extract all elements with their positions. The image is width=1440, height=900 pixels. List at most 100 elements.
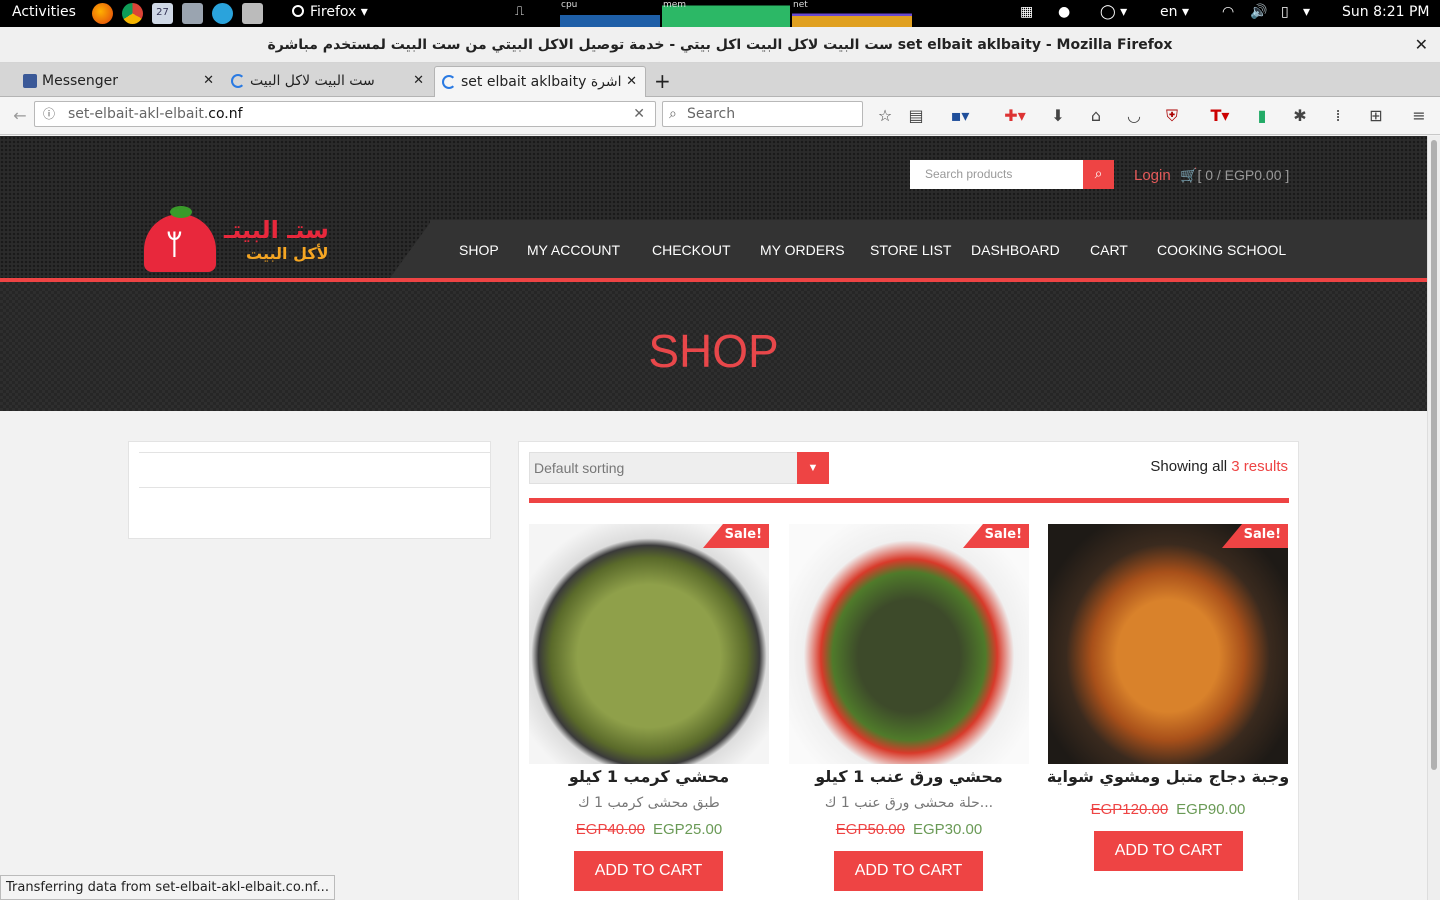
url-bar[interactable]: ⓘ set-elbait-akl-elbait.co.nf ✕ xyxy=(34,101,656,127)
product-image[interactable] xyxy=(789,524,1029,764)
product-search-button[interactable]: ⌕ xyxy=(1083,160,1114,189)
result-count-prefix: Showing all xyxy=(1150,458,1232,475)
sorting-select[interactable]: Default sorting ▼ xyxy=(529,452,829,484)
cart-summary-link[interactable]: 🛒[ 0 / EGP0.00 ] xyxy=(1180,167,1289,184)
new-tab-button[interactable]: + xyxy=(650,66,676,97)
net-label: net xyxy=(793,0,808,10)
product-search-input[interactable]: Search products xyxy=(910,160,1083,189)
product-image[interactable] xyxy=(529,524,769,764)
save-icon[interactable]: ▪▾ xyxy=(944,106,976,125)
menu-my-account[interactable]: MY ACCOUNT xyxy=(527,242,620,258)
back-icon[interactable]: ← xyxy=(10,106,30,125)
footprints-icon[interactable]: ⁞ xyxy=(1328,106,1348,125)
result-count: Showing all 3 results xyxy=(1150,458,1288,475)
product-price: EGP40.00 EGP25.00 xyxy=(529,821,769,838)
page-hero: SHOP xyxy=(0,282,1427,411)
result-count-number: 3 results xyxy=(1231,458,1288,475)
wifi-icon[interactable]: ◠ xyxy=(1222,4,1234,20)
info-icon[interactable]: ⓘ xyxy=(43,102,55,126)
page-scrollbar[interactable] xyxy=(1427,136,1440,900)
language-selector[interactable]: en ▾ xyxy=(1160,4,1189,20)
sale-price: EGP90.00 xyxy=(1176,801,1246,818)
text-tool-icon[interactable]: T▾ xyxy=(1200,106,1240,125)
extension-icon[interactable]: ▮ xyxy=(1252,106,1272,125)
home-icon[interactable]: ⌂ xyxy=(1086,106,1106,125)
clock[interactable]: Sun 8:21 PM xyxy=(1342,4,1430,20)
logo-text-line1: ستـ البيتـ xyxy=(224,216,329,244)
menu-cart[interactable]: CART xyxy=(1090,242,1128,258)
pocket-icon[interactable]: ◡ xyxy=(1124,106,1144,125)
tab-label: set elbait aklbaity اشرة xyxy=(461,74,622,90)
tab-set-elbait[interactable]: ست البيت لاكل البيت ✕ xyxy=(224,66,432,97)
cpu-meter: cpu xyxy=(560,0,660,27)
old-price: EGP50.00 xyxy=(835,821,905,838)
close-tab-icon[interactable]: ✕ xyxy=(626,67,637,97)
sitemap-icon[interactable]: ⊞ xyxy=(1366,106,1386,125)
stop-loading-icon[interactable]: ✕ xyxy=(633,102,645,126)
login-link[interactable]: Login xyxy=(1134,167,1171,184)
loading-icon xyxy=(231,74,245,88)
menu-my-orders[interactable]: MY ORDERS xyxy=(760,242,845,258)
hamburger-menu-icon[interactable]: ≡ xyxy=(1408,106,1430,125)
add-to-cart-button[interactable]: ADD TO CART xyxy=(1094,831,1243,871)
tab-active[interactable]: set elbait aklbaity اشرة ✕ xyxy=(434,66,646,97)
menu-store-list[interactable]: STORE LIST xyxy=(870,242,951,258)
product-description: طبق محشى كرمب 1 ك xyxy=(578,795,720,811)
product-name[interactable]: محشي كرمب 1 كيلو xyxy=(519,767,779,786)
activities-button[interactable]: Activities xyxy=(12,4,76,20)
download-icon[interactable]: ⬇ xyxy=(1048,106,1068,125)
menu-wedge xyxy=(390,220,432,278)
search-icon: ⌕ xyxy=(1094,166,1103,182)
addon-icon[interactable]: ✚▾ xyxy=(996,106,1034,125)
browser-search-box[interactable]: ⌕ Search xyxy=(662,101,863,127)
add-to-cart-button[interactable]: ADD TO CART xyxy=(574,851,723,891)
site-logo[interactable]: ᛘ ستـ البيتـ لأكل البيت xyxy=(144,206,344,276)
loading-icon xyxy=(442,75,456,89)
menu-dashboard[interactable]: DASHBOARD xyxy=(971,242,1060,258)
chrome-launcher-icon[interactable] xyxy=(122,3,143,24)
product-name[interactable]: محشي ورق عنب 1 كيلو xyxy=(779,767,1039,786)
bookmark-star-icon[interactable]: ☆ xyxy=(875,106,895,125)
power-menu-icon[interactable]: ▾ xyxy=(1303,4,1310,20)
firefox-small-icon xyxy=(292,5,304,17)
ublock-icon[interactable]: ⛨ xyxy=(1162,106,1182,126)
reading-list-icon[interactable]: ▤ xyxy=(906,106,926,125)
product-name[interactable]: وجبة دجاج متبل ومشوي شواية xyxy=(1038,767,1298,786)
chef-hat-logo-icon: ᛘ xyxy=(144,214,216,272)
indicator-icon[interactable]: ● xyxy=(1058,4,1070,20)
chevron-down-icon[interactable]: ▼ xyxy=(797,452,829,484)
bug-icon[interactable]: ✱ xyxy=(1290,106,1310,125)
fork-spoon-icon: ᛘ xyxy=(166,228,183,261)
tab-messenger[interactable]: Messenger ✕ xyxy=(16,66,222,97)
app-menu[interactable]: Firefox ▾ xyxy=(292,4,368,20)
menu-cooking-school[interactable]: COOKING SCHOOL xyxy=(1157,242,1286,258)
menu-shop[interactable]: SHOP xyxy=(459,242,499,258)
search-icon: ⌕ xyxy=(669,106,677,122)
add-to-cart-button[interactable]: ADD TO CART xyxy=(834,851,983,891)
battery-icon[interactable]: ▯ xyxy=(1281,4,1289,20)
window-title: ست البيت لاكل البيت اكل بيتي - خدمة توصي… xyxy=(267,37,1173,53)
close-window-icon[interactable]: ✕ xyxy=(1415,27,1428,63)
calendar-launcher-icon[interactable]: 27 xyxy=(152,3,173,24)
product-image[interactable] xyxy=(1048,524,1288,764)
telegram-launcher-icon[interactable] xyxy=(212,3,233,24)
circle-menu-icon[interactable]: ◯ ▾ xyxy=(1100,4,1127,20)
volume-icon[interactable]: 🔊 xyxy=(1250,4,1267,20)
sidebar-divider xyxy=(139,452,491,453)
product-price: EGP50.00 EGP30.00 xyxy=(789,821,1029,838)
workspace-icon[interactable]: ▦ xyxy=(1020,4,1033,20)
mem-meter: mem xyxy=(662,0,790,27)
notes-launcher-icon[interactable] xyxy=(242,3,263,24)
calendar-day: 27 xyxy=(156,7,169,18)
scrollbar-thumb[interactable] xyxy=(1431,140,1437,770)
close-tab-icon[interactable]: ✕ xyxy=(203,66,214,96)
sorting-value: Default sorting xyxy=(534,460,625,476)
url-domain: co.nf xyxy=(208,106,243,122)
window-title-bar: ست البيت لاكل البيت اكل بيتي - خدمة توصي… xyxy=(0,27,1440,63)
firefox-launcher-icon[interactable] xyxy=(92,3,113,24)
camera-launcher-icon[interactable] xyxy=(182,3,203,24)
product-description: حلة محشى ورق عنب 1 ك... xyxy=(824,795,994,811)
menu-checkout[interactable]: CHECKOUT xyxy=(652,242,731,258)
close-tab-icon[interactable]: ✕ xyxy=(413,66,424,96)
product-search-placeholder: Search products xyxy=(925,167,1013,181)
